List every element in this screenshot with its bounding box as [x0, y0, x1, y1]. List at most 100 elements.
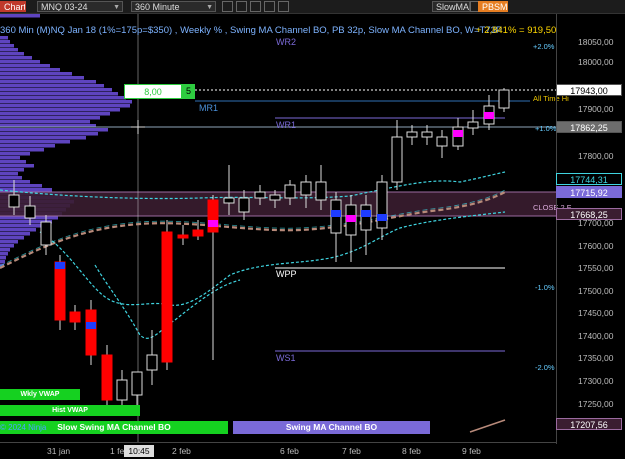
volume-profile-bar: [0, 100, 132, 104]
indicators-icon[interactable]: [278, 1, 289, 12]
slowma-indicator-button[interactable]: SlowMA: [432, 1, 470, 12]
price-tick: 17450,00: [578, 308, 614, 318]
period-selector[interactable]: 360 Minute ▼: [131, 1, 216, 12]
chevron-down-icon: ▼: [206, 4, 213, 11]
date-tick: 6 feb: [280, 446, 299, 456]
candle-body: [146, 354, 158, 371]
volume-profile-bar: [0, 40, 10, 44]
cursor-time-badge: 10:45: [124, 445, 154, 457]
volume-profile-bar: [0, 64, 50, 68]
volume-profile-bar: [0, 228, 36, 232]
volume-profile-bar: [0, 84, 104, 88]
candle-body: [254, 191, 266, 199]
price-tick: 17600,00: [578, 241, 614, 251]
volume-profile-bar: [0, 260, 5, 264]
candle-body: [300, 181, 312, 196]
hist-vwap-button[interactable]: Hist VWAP: [0, 405, 140, 416]
volume-profile-bar: [0, 252, 8, 256]
percent-label: -1.0%: [535, 283, 555, 292]
channel-mid-price-label: 17715,92: [556, 186, 622, 198]
candle-body: [467, 121, 479, 129]
wr1-price-label: 17862,25: [556, 121, 622, 133]
volume-profile-bar: [0, 76, 84, 80]
volume-profile-bar: [0, 36, 8, 40]
volume-profile-bar: [0, 104, 130, 108]
candle-body: [238, 197, 250, 213]
candle-body: [116, 379, 128, 401]
volume-profile-bar: [0, 112, 110, 116]
percent-label: +1.0%: [535, 124, 557, 133]
candle-body: [24, 205, 36, 219]
volume-profile-bar: [0, 44, 14, 48]
volume-profile-bar: [0, 160, 26, 164]
chart-header: 360 Min (M)NQ Jan 18 (1%=175p=$350) , We…: [0, 25, 502, 36]
quantity-apply-button[interactable]: 5: [182, 84, 195, 99]
draw-tool-icon[interactable]: [250, 1, 261, 12]
price-tick: 18000,00: [578, 57, 614, 67]
date-tick: 8 feb: [402, 446, 421, 456]
wr1-label: WR1: [276, 120, 296, 130]
candle-body: [376, 181, 388, 229]
quantity-input[interactable]: 8,00: [124, 84, 182, 99]
candle-body: [391, 136, 403, 183]
chart-title: 360 Min (M)NQ Jan 18 (1%=175p=$350) , We…: [0, 25, 503, 36]
price-chart[interactable]: [0, 0, 625, 458]
candle-body: [54, 261, 66, 321]
instrument-label: MNQ 03-24: [41, 2, 88, 12]
volume-profile-bar: [0, 224, 44, 228]
zoom-tool-icon[interactable]: [236, 1, 247, 12]
date-tick: 2 feb: [172, 446, 191, 456]
volume-profile-bar: [0, 14, 40, 18]
volume-profile-bar: [0, 72, 72, 76]
chart-tab[interactable]: Chart: [0, 1, 26, 12]
wpp-label: WPP: [276, 269, 297, 279]
volume-profile-bar: [0, 88, 112, 92]
price-tick: 17900,00: [578, 104, 614, 114]
signal-marker: [361, 210, 371, 217]
last-price-label: 17943,00: [556, 84, 622, 96]
volume-profile-bar: [0, 244, 14, 248]
volume-profile-bar: [0, 144, 55, 148]
wr2-label: WR2: [276, 37, 296, 47]
swing-ma-channel-bo-button[interactable]: Swing MA Channel BO: [233, 421, 430, 434]
volume-profile-bar: [0, 172, 18, 176]
volume-profile-bar: [0, 52, 24, 56]
date-tick: 31 jan: [47, 446, 71, 456]
price-tick: 17550,00: [578, 263, 614, 273]
volume-profile-bar: [0, 164, 34, 168]
volume-profile-bar: [0, 120, 90, 124]
pbsma-indicator-button[interactable]: PBSMA: [478, 1, 508, 12]
instrument-selector[interactable]: MNQ 03-24 ▼: [37, 1, 123, 12]
signal-marker: [346, 215, 356, 222]
candle-body: [8, 194, 20, 208]
candle-body: [406, 131, 418, 138]
volume-profile-bar: [0, 256, 6, 260]
crosshair-tool-icon[interactable]: [222, 1, 233, 12]
volume-profile-bar: [0, 56, 32, 60]
candle-body: [360, 204, 372, 231]
candle-body: [223, 197, 235, 204]
volume-profile-bar: [0, 128, 108, 132]
volume-profile-bar: [0, 116, 100, 120]
chevron-down-icon: ▼: [113, 4, 120, 11]
mr1-label: MR1: [199, 103, 219, 113]
candle-body: [436, 136, 448, 147]
signal-marker: [377, 214, 387, 221]
volume-profile-bar: [0, 184, 42, 188]
volume-profile-bar: [0, 180, 30, 184]
price-tick: 17300,00: [578, 376, 614, 386]
candle-body: [85, 309, 97, 356]
wkly-vwap-button[interactable]: Wkly VWAP: [0, 389, 80, 400]
chart-toolbar: Chart MNQ 03-24 ▼ 360 Minute ▼ SlowMA PBSM…: [0, 0, 625, 14]
percent-label: +2.0%: [533, 42, 555, 51]
candle-body: [177, 234, 189, 239]
properties-icon[interactable]: [264, 1, 275, 12]
price-tick: 17250,00: [578, 399, 614, 409]
volume-profile-bar: [0, 136, 86, 140]
candle-body: [421, 131, 433, 138]
ws1-label: WS1: [276, 353, 296, 363]
volume-profile-bar: [0, 168, 24, 172]
price-tick: 17800,00: [578, 151, 614, 161]
volume-profile-bar: [0, 132, 98, 136]
volume-profile-bar: [0, 176, 22, 180]
